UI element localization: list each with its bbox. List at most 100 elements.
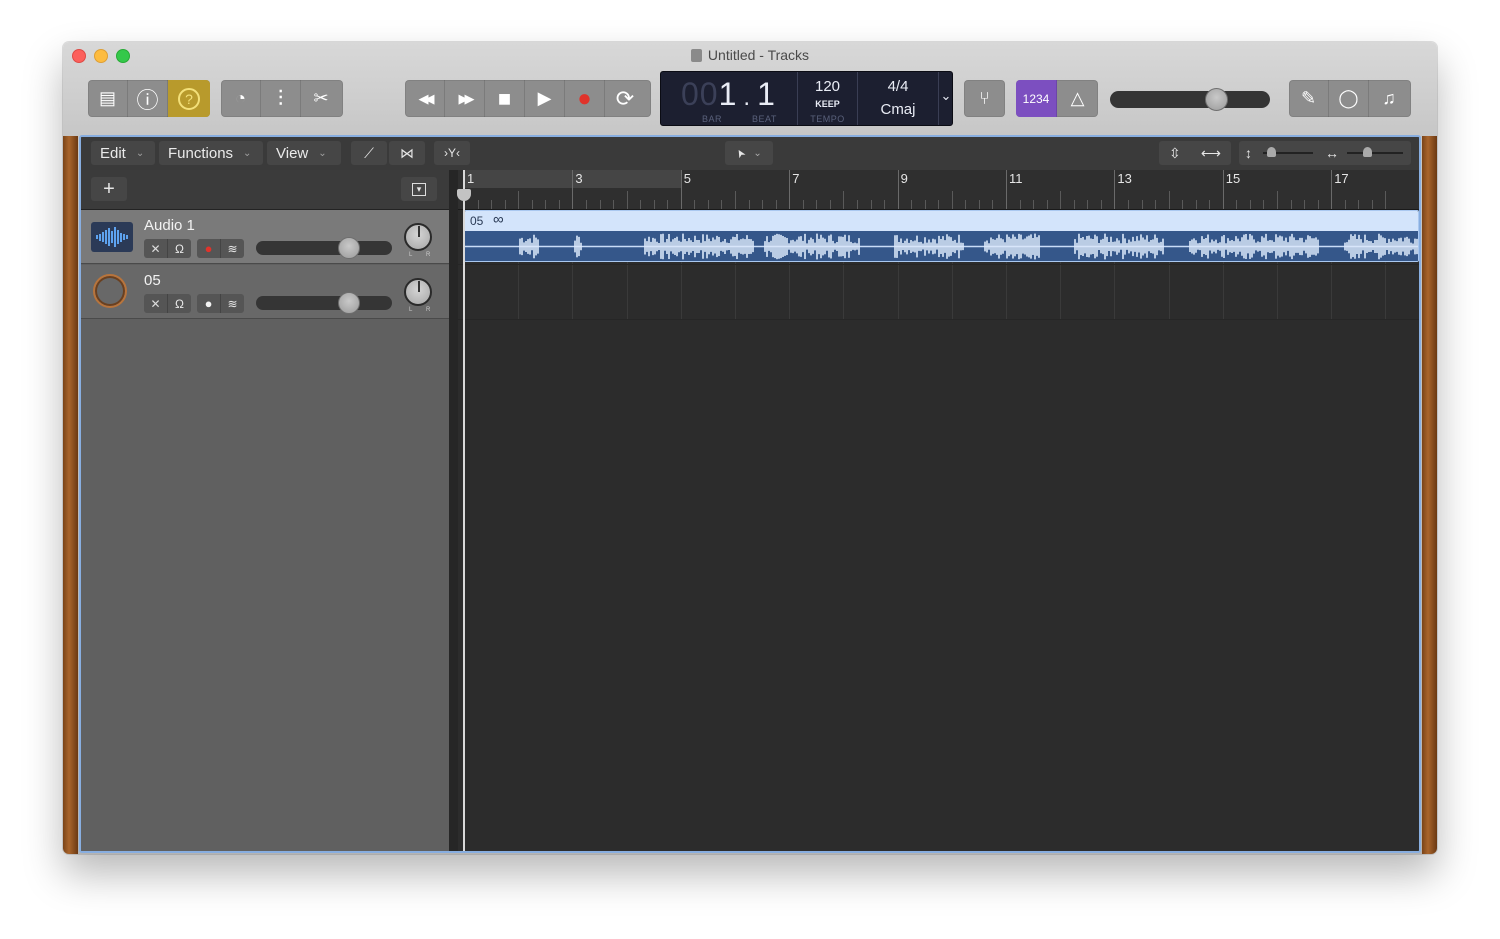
notepad-button[interactable]: ✎ bbox=[1289, 80, 1329, 117]
window-title: Untitled - Tracks bbox=[63, 47, 1437, 63]
lcd-dropdown-chevron-icon[interactable]: ⌄ bbox=[939, 88, 953, 104]
input-monitor-button[interactable]: ≋ bbox=[221, 239, 244, 258]
ruler-tick bbox=[965, 200, 967, 209]
fast-forward-button[interactable]: ▶▶ bbox=[445, 80, 485, 117]
scissors-button[interactable]: ✂ bbox=[301, 80, 341, 117]
grid-line bbox=[680, 265, 682, 319]
ruler-tick bbox=[1168, 191, 1170, 209]
ruler-tick bbox=[1127, 200, 1129, 209]
track-volume-slider[interactable] bbox=[256, 292, 392, 314]
vertical-zoom-slider[interactable] bbox=[1263, 147, 1313, 157]
master-volume-knob[interactable] bbox=[1204, 88, 1228, 111]
track-headers-panel: + ▾ Audio 1 ✕ Ω ● ≋ L R 05 ✕ Ω ● ≋ L R bbox=[81, 170, 449, 851]
ruler-tick bbox=[531, 200, 533, 209]
catch-playhead-button[interactable]: ›Y‹ bbox=[434, 141, 470, 165]
stop-button[interactable]: ■ bbox=[485, 80, 525, 117]
ruler-tick bbox=[992, 200, 994, 209]
playhead[interactable] bbox=[463, 170, 465, 851]
edit-menu[interactable]: Edit ⌄ bbox=[91, 141, 155, 165]
region-header[interactable]: 05 ∞ bbox=[465, 211, 1418, 231]
ruler-tick bbox=[613, 200, 615, 209]
count-in-button[interactable]: 1234 bbox=[1016, 80, 1057, 117]
edit-tools-group: ◔ ⫶ ✂ bbox=[221, 80, 343, 117]
horizontal-zoom-slider[interactable] bbox=[1347, 147, 1403, 157]
add-track-button[interactable]: + bbox=[91, 177, 127, 201]
smart-controls-button[interactable]: ◔ bbox=[221, 80, 261, 117]
vertical-zoom-handle[interactable] bbox=[1267, 147, 1277, 157]
quick-help-button[interactable]: ? bbox=[168, 80, 210, 117]
record-button[interactable]: ● bbox=[565, 80, 605, 117]
ruler-tick bbox=[843, 191, 845, 209]
rewind-button[interactable]: ◀◀ bbox=[405, 80, 445, 117]
metronome-button[interactable]: △ bbox=[1057, 80, 1098, 117]
pan-knob[interactable] bbox=[404, 223, 432, 251]
bar-number: 5 bbox=[683, 171, 692, 186]
grid-line bbox=[626, 265, 628, 319]
solo-headphones-button[interactable]: Ω bbox=[168, 239, 191, 258]
vertical-fit-icon[interactable]: ⇳ bbox=[1169, 145, 1181, 162]
track-header-divider[interactable] bbox=[449, 170, 458, 851]
ruler-tick bbox=[477, 200, 479, 209]
ruler-tick bbox=[572, 170, 574, 209]
ruler-tick bbox=[870, 200, 872, 209]
arrange-area[interactable]: 1 3 5 7 9 11 13 15 17 05 ∞ bbox=[457, 170, 1419, 851]
ruler-tick bbox=[748, 200, 750, 209]
loop-browser-button[interactable]: ◯ bbox=[1329, 80, 1369, 117]
record-enable-button[interactable]: ● bbox=[197, 294, 221, 313]
track-header[interactable]: 05 ✕ Ω ● ≋ L R bbox=[81, 265, 449, 319]
ruler-tick bbox=[585, 200, 587, 209]
loop-region-icon: ∞ bbox=[493, 211, 504, 228]
horizontal-zoom-handle[interactable] bbox=[1363, 147, 1373, 157]
waveform bbox=[465, 231, 1418, 261]
ruler-tick bbox=[802, 200, 804, 209]
master-volume-slider[interactable] bbox=[1110, 88, 1270, 111]
mute-button[interactable]: ✕ bbox=[144, 294, 168, 313]
play-button[interactable]: ▶ bbox=[525, 80, 565, 117]
pointer-tool-menu[interactable]: ➤ ⌄ bbox=[725, 141, 773, 165]
track-lane[interactable] bbox=[458, 265, 1419, 320]
editors-button[interactable]: ⫶ bbox=[261, 80, 301, 117]
key-signature[interactable]: Cmaj bbox=[858, 101, 938, 118]
cycle-button[interactable]: ⟳ bbox=[605, 80, 645, 117]
track-header[interactable]: Audio 1 ✕ Ω ● ≋ L R bbox=[81, 210, 449, 264]
ruler-tick bbox=[653, 200, 655, 209]
ruler-tick bbox=[1155, 200, 1157, 209]
view-menu[interactable]: View ⌄ bbox=[267, 141, 341, 165]
ruler-tick bbox=[816, 200, 818, 209]
record-enable-button[interactable]: ● bbox=[197, 239, 221, 258]
bar-number: 15 bbox=[1225, 171, 1241, 186]
ruler-tick bbox=[1073, 200, 1075, 209]
tempo-value[interactable]: 120 bbox=[798, 78, 857, 95]
fit-buttons: ⇳ ⟷ bbox=[1159, 141, 1231, 165]
library-button[interactable]: ▤ bbox=[88, 80, 128, 117]
ruler-tick bbox=[1087, 200, 1089, 209]
horizontal-fit-icon[interactable]: ⟷ bbox=[1201, 145, 1221, 162]
solo-headphones-button[interactable]: Ω bbox=[168, 294, 191, 313]
global-tracks-button[interactable]: ▾ bbox=[401, 177, 437, 201]
input-monitor-button[interactable]: ≋ bbox=[221, 294, 244, 313]
lcd-display[interactable]: 001. 1 BAR BEAT 120 KEEP TEMPO 4/4 Cmaj ⌄ bbox=[660, 71, 953, 126]
track-volume-knob[interactable] bbox=[338, 292, 361, 314]
horizontal-zoom-icon: ↔ bbox=[1325, 145, 1339, 161]
catch-icon: ›Y‹ bbox=[444, 146, 460, 160]
mute-button[interactable]: ✕ bbox=[144, 239, 168, 258]
track-name[interactable]: Audio 1 bbox=[144, 217, 195, 234]
bar-ruler[interactable]: 1 3 5 7 9 11 13 15 17 bbox=[458, 170, 1419, 210]
mixer-sliders-icon: ⫶ bbox=[277, 85, 284, 111]
track-name[interactable]: 05 bbox=[144, 272, 161, 289]
logic-window: Untitled - Tracks ▤ ⓘ ? ◔ ⫶ ✂ ◀◀ ▶▶ ■ ▶ … bbox=[63, 42, 1437, 854]
media-browser-button[interactable]: ♫ bbox=[1369, 80, 1409, 117]
track-volume-knob[interactable] bbox=[338, 237, 361, 259]
tuner-button[interactable]: ⑂ bbox=[964, 80, 1005, 117]
view-buttons-group: ▤ ⓘ ? bbox=[88, 80, 210, 117]
functions-menu[interactable]: Functions ⌄ bbox=[159, 141, 263, 165]
audio-region[interactable]: 05 ∞ bbox=[464, 210, 1419, 262]
flex-button[interactable]: ⋈ bbox=[389, 141, 425, 165]
automation-button[interactable]: ⟋ bbox=[351, 141, 387, 165]
time-signature[interactable]: 4/4 bbox=[858, 78, 938, 95]
ruler-tick bbox=[1006, 170, 1007, 209]
ruler-tick bbox=[491, 200, 493, 209]
inspector-button[interactable]: ⓘ bbox=[128, 80, 168, 117]
track-volume-slider[interactable] bbox=[256, 237, 392, 259]
pan-knob[interactable] bbox=[404, 278, 432, 306]
